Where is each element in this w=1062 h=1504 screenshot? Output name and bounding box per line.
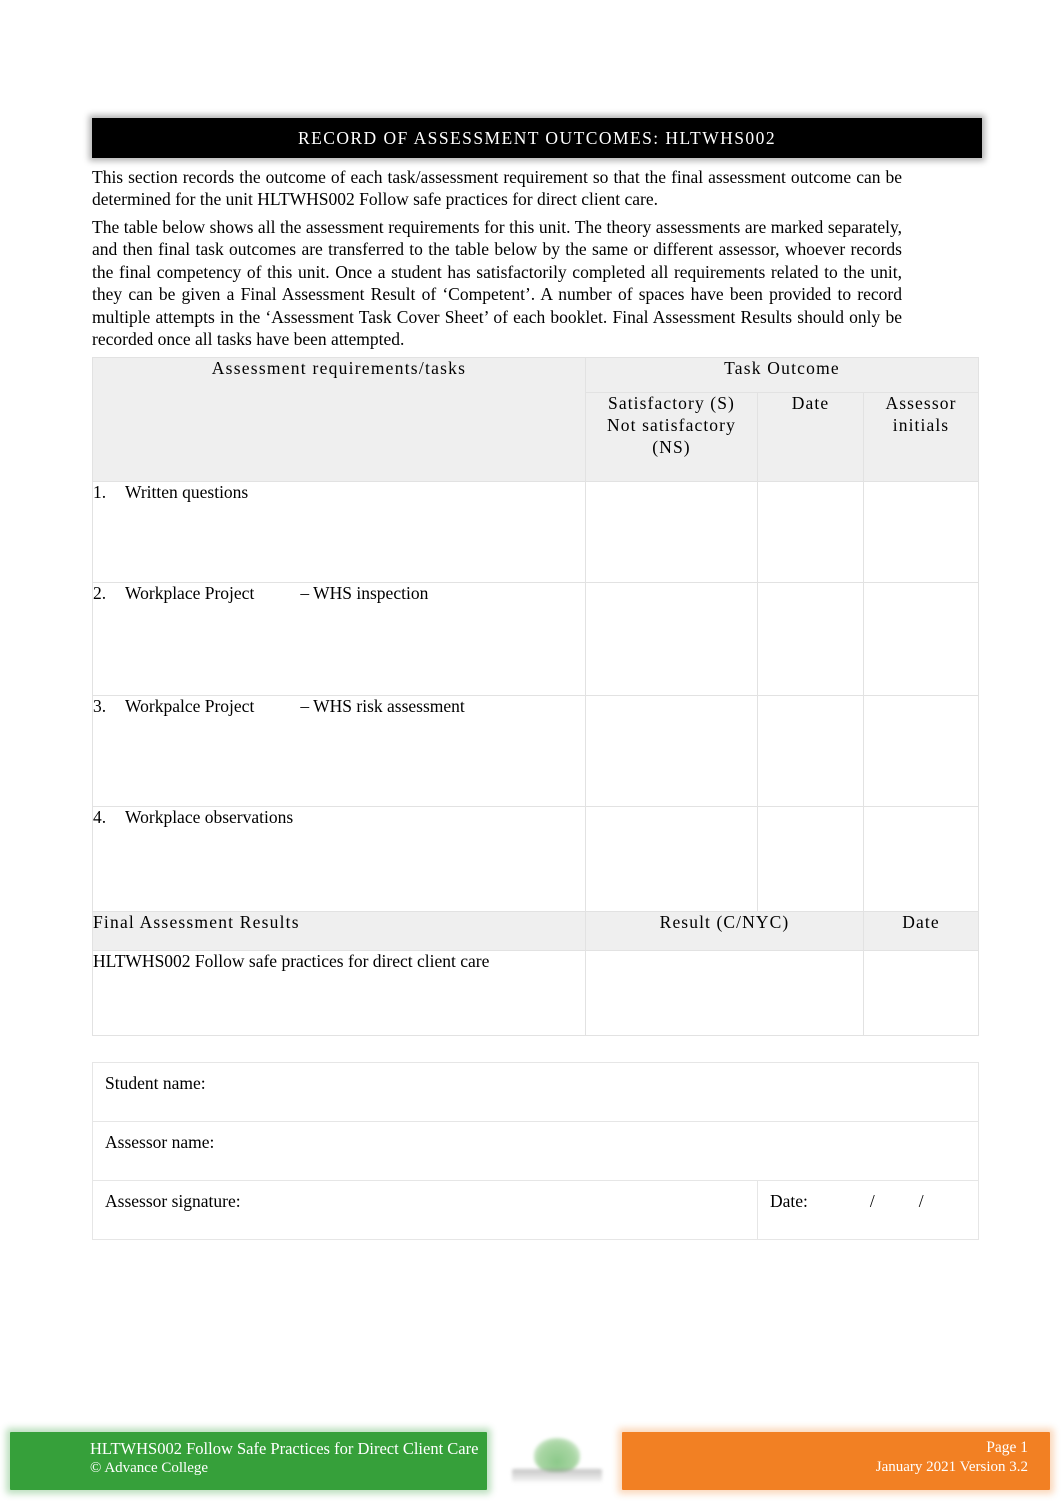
footer-version: January 2021 Version 3.2 [875,1458,1028,1475]
task-2-suffix: – WHS inspection [300,583,429,603]
date-slash-2: / [918,1191,924,1211]
assessor-date-label: Date: [770,1191,808,1211]
task-3-initials-cell[interactable] [863,695,979,807]
final-assessment-row: HLTWHS002 Follow safe practices for dire… [92,950,979,1036]
task-1-date-cell[interactable] [757,481,864,583]
task-4-initials-cell[interactable] [863,806,979,912]
student-name-row: Student name: [91,1062,980,1122]
page-title-banner: RECORD OF ASSESSMENT OUTCOMES: HLTWHS002 [92,118,982,158]
header-satisfactory: Satisfactory (S) Not satisfactory (NS) [585,392,758,482]
task-4-title: Workplace observations [125,807,294,827]
document-page: RECORD OF ASSESSMENT OUTCOMES: HLTWHS002… [0,0,1062,1504]
assessor-name-label: Assessor name: [105,1132,215,1152]
assessor-signature-field[interactable]: Assessor signature: [92,1180,758,1240]
final-assessment-date-cell[interactable] [863,950,979,1036]
task-1-title: Written questions [125,482,249,502]
task-3-number: 3. [93,696,107,716]
footer-left-band: HLTWHS002 Follow Safe Practices for Dire… [10,1432,487,1490]
task-2-initials-cell[interactable] [863,582,979,696]
header-assessor-initials-line2: initials [892,414,950,435]
footer-page-number: Page 1 [986,1439,1028,1456]
task-4-number: 4. [93,807,107,827]
signature-block-table: Student name: Assessor name: Assessor si… [91,1062,980,1240]
table-row: 4. Workplace observations [92,806,979,912]
task-4-label: 4. Workplace observations [92,806,586,912]
header-assessor-initials: Assessor initials [863,392,979,482]
college-logo-icon [508,1436,606,1488]
assessor-name-field[interactable]: Assessor name: [91,1121,980,1181]
task-2-label: 2. Workplace Project – WHS inspection [92,582,586,696]
table-header-row-top: Assessment requirements/tasks Task Outco… [92,357,979,482]
intro-paragraph-2: The table below shows all the assessment… [92,217,902,349]
header-satisfactory-line3: (NS) [652,436,691,457]
task-3-date-cell[interactable] [757,695,864,807]
task-2-number: 2. [93,583,107,603]
header-satisfactory-line1: Satisfactory (S) [608,393,735,413]
final-assessment-unit-label: HLTWHS002 Follow safe practices for dire… [92,950,586,1036]
assessor-date-field[interactable]: Date: / / [756,1180,980,1240]
assessor-signature-label: Assessor signature: [105,1191,241,1211]
student-name-field[interactable]: Student name: [91,1062,980,1122]
final-assessment-date-header: Date [863,911,979,951]
intro-paragraph-1: This section records the outcome of each… [92,167,902,210]
final-assessment-label: Final Assessment Results [92,911,586,951]
task-4-outcome-cell[interactable] [585,806,758,912]
footer-copyright: © Advance College [90,1460,209,1477]
footer-unit-title: HLTWHS002 Follow Safe Practices for Dire… [90,1439,479,1458]
table-row: 2. Workplace Project – WHS inspection [92,582,979,696]
task-3-label: 3. Workpalce Project – WHS risk assessment [92,695,586,807]
header-date: Date [757,392,864,482]
logo-dome-shape [534,1438,580,1472]
task-2-outcome-cell[interactable] [585,582,758,696]
table-row: 1. Written questions [92,481,979,583]
task-3-suffix: – WHS risk assessment [300,696,465,716]
header-assessment-requirements: Assessment requirements/tasks [92,357,586,482]
final-assessment-result-header: Result (C/NYC) [585,911,864,951]
date-slash-1: / [869,1191,875,1211]
task-2-title: Workplace Project [125,583,255,603]
task-3-outcome-cell[interactable] [585,695,758,807]
task-2-date-cell[interactable] [757,582,864,696]
task-1-initials-cell[interactable] [863,481,979,583]
assessor-name-row: Assessor name: [91,1121,980,1181]
header-assessor-initials-line1: Assessor [885,393,957,413]
student-name-label: Student name: [105,1073,206,1093]
table-row: 3. Workpalce Project – WHS risk assessment [92,695,979,807]
assessment-outcomes-table: Assessment requirements/tasks Task Outco… [92,357,979,1036]
header-task-outcome: Task Outcome [585,357,979,393]
final-assessment-header-row: Final Assessment Results Result (C/NYC) … [92,911,979,951]
footer-right-band: Page 1 January 2021 Version 3.2 [622,1432,1050,1490]
task-3-title: Workpalce Project [125,696,255,716]
task-1-outcome-cell[interactable] [585,481,758,583]
assessor-signature-row: Assessor signature: Date: / / [92,1180,980,1240]
logo-base-shape [512,1469,602,1482]
task-4-date-cell[interactable] [757,806,864,912]
task-1-number: 1. [93,482,107,502]
page-footer: HLTWHS002 Follow Safe Practices for Dire… [0,1430,1062,1492]
final-assessment-result-cell[interactable] [585,950,864,1036]
header-satisfactory-line2: Not satisfactory [607,414,736,435]
task-1-label: 1. Written questions [92,481,586,583]
